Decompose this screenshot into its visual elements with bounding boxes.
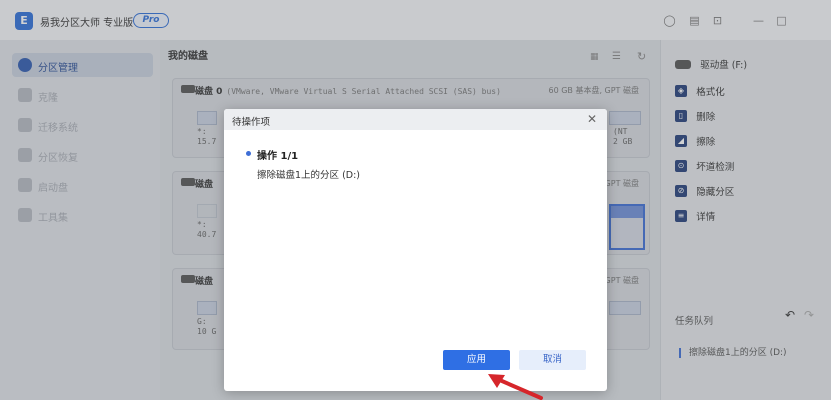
dialog-title: 待操作项: [232, 117, 271, 128]
bullet-icon: [246, 151, 251, 156]
annotation-arrow-icon: [488, 374, 543, 400]
operation-title: 操作 1/1: [257, 151, 299, 162]
dialog-header: 待操作项 ✕: [224, 109, 607, 130]
apply-button[interactable]: 应用: [443, 350, 510, 370]
cancel-button[interactable]: 取消: [519, 350, 586, 370]
close-icon[interactable]: ✕: [587, 112, 597, 126]
operation-description: 擦除磁盘1上的分区 (D:): [257, 170, 360, 181]
pending-operations-dialog: 待操作项 ✕ 操作 1/1 擦除磁盘1上的分区 (D:) 应用 取消: [224, 109, 607, 391]
